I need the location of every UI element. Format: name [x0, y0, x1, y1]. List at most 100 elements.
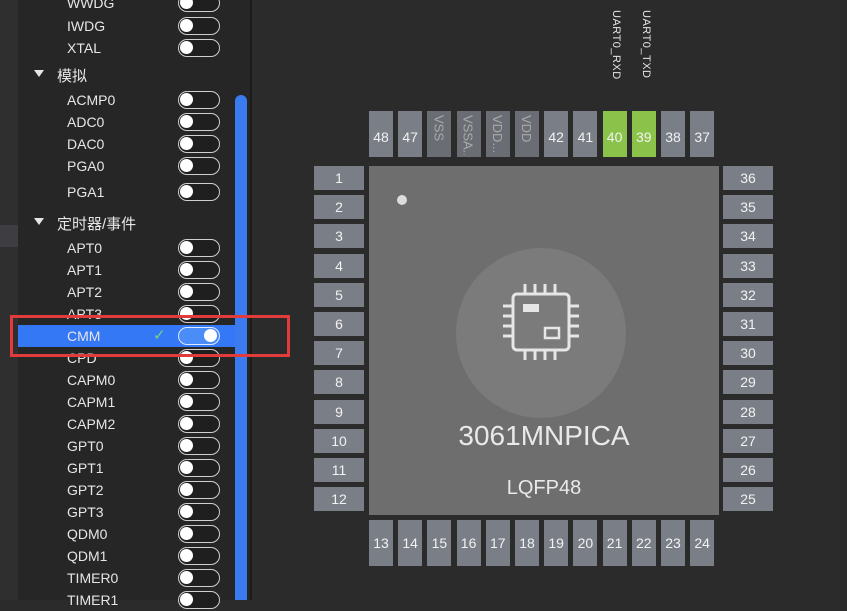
enable-toggle[interactable] [178, 157, 220, 175]
pin-bottom-20[interactable]: 20 [573, 520, 598, 566]
enable-toggle[interactable] [178, 437, 220, 455]
pin-top-39[interactable]: 39 [631, 111, 656, 157]
peripheral-row-apt1[interactable]: APT1 [18, 259, 235, 281]
pin-right-32[interactable]: 32 [723, 282, 773, 307]
pin-bottom-21[interactable]: 21 [602, 520, 627, 566]
pin-right-28[interactable]: 28 [723, 399, 773, 424]
pin-left-9[interactable]: 9 [314, 399, 364, 424]
enable-toggle[interactable] [178, 503, 220, 521]
peripheral-row-acmp0[interactable]: ACMP0 [18, 89, 235, 111]
enable-toggle[interactable] [178, 393, 220, 411]
enable-toggle[interactable] [178, 525, 220, 543]
pin-top-VDD[interactable]: VDD [515, 111, 539, 157]
pin-right-25[interactable]: 25 [723, 487, 773, 512]
pin-bottom-13[interactable]: 13 [369, 520, 393, 566]
peripheral-row-xtal[interactable]: XTAL [18, 37, 235, 59]
pin-bottom-19[interactable]: 19 [544, 520, 569, 566]
pin-left-5[interactable]: 5 [314, 282, 364, 307]
enable-toggle[interactable] [178, 261, 220, 279]
pin-right-26[interactable]: 26 [723, 458, 773, 482]
pin-right-31[interactable]: 31 [723, 312, 773, 336]
pin-left-11[interactable]: 11 [314, 458, 364, 482]
pin-top-VSSA...[interactable]: VSSA... [456, 111, 481, 157]
pin-left-3[interactable]: 3 [314, 224, 364, 249]
pin-left-7[interactable]: 7 [314, 341, 364, 366]
pin-top-VDD...[interactable]: VDD... [485, 111, 510, 157]
pin-top-47[interactable]: 47 [398, 111, 423, 157]
peripheral-row-gpt2[interactable]: GPT2 [18, 479, 235, 501]
pin-top-48[interactable]: 48 [369, 111, 393, 157]
peripheral-row-capm1[interactable]: CAPM1 [18, 391, 235, 413]
pin-top-42[interactable]: 42 [544, 111, 569, 157]
pin-bottom-14[interactable]: 14 [398, 520, 423, 566]
pin-right-27[interactable]: 27 [723, 428, 773, 453]
group-timer[interactable]: 定时器/事件 [18, 211, 235, 235]
pin-label: 17 [490, 535, 506, 551]
enable-toggle[interactable] [178, 591, 220, 609]
enable-toggle[interactable] [178, 415, 220, 433]
peripheral-row-gpt0[interactable]: GPT0 [18, 435, 235, 457]
peripheral-row-apt2[interactable]: APT2 [18, 281, 235, 303]
pin-left-1[interactable]: 1 [314, 166, 364, 190]
peripheral-row-wwdg[interactable]: WWDG [18, 0, 235, 14]
peripheral-row-qdm0[interactable]: QDM0 [18, 523, 235, 545]
enable-toggle[interactable] [178, 547, 220, 565]
pin-left-4[interactable]: 4 [314, 253, 364, 278]
pin-left-8[interactable]: 8 [314, 370, 364, 395]
pin-top-37[interactable]: 37 [690, 111, 715, 157]
enable-toggle[interactable] [178, 283, 220, 301]
pin-left-10[interactable]: 10 [314, 428, 364, 453]
group-analog[interactable]: 模拟 [18, 63, 235, 87]
enable-toggle[interactable] [178, 17, 220, 35]
peripheral-row-pga1[interactable]: PGA1 [18, 181, 235, 203]
peripheral-row-pga0[interactable]: PGA0 [18, 155, 235, 177]
pin-right-35[interactable]: 35 [723, 195, 773, 220]
enable-toggle[interactable] [178, 135, 220, 153]
pin-top-41[interactable]: 41 [573, 111, 598, 157]
pin-right-36[interactable]: 36 [723, 166, 773, 190]
peripheral-row-timer1[interactable]: TIMER1 [18, 589, 235, 611]
pin-bottom-24[interactable]: 24 [690, 520, 715, 566]
pin-right-34[interactable]: 34 [723, 224, 773, 249]
pin-label: VSSA... [460, 115, 476, 155]
peripheral-row-gpt3[interactable]: GPT3 [18, 501, 235, 523]
pin-label: VSS [431, 115, 447, 142]
pin-top-40[interactable]: 40 [602, 111, 627, 157]
peripheral-row-capm0[interactable]: CAPM0 [18, 369, 235, 391]
enable-toggle[interactable] [178, 569, 220, 587]
enable-toggle[interactable] [178, 371, 220, 389]
panel-divider[interactable] [250, 0, 252, 600]
peripheral-row-iwdg[interactable]: IWDG [18, 15, 235, 37]
pin-bottom-17[interactable]: 17 [485, 520, 510, 566]
peripheral-row-apt0[interactable]: APT0 [18, 237, 235, 259]
enable-toggle[interactable] [178, 239, 220, 257]
enable-toggle[interactable] [178, 481, 220, 499]
pin-left-12[interactable]: 12 [314, 487, 364, 512]
enable-toggle[interactable] [178, 183, 220, 201]
pin-right-29[interactable]: 29 [723, 370, 773, 395]
enable-toggle[interactable] [178, 459, 220, 477]
peripheral-row-timer0[interactable]: TIMER0 [18, 567, 235, 589]
pin-label: 42 [548, 129, 564, 145]
pin-bottom-22[interactable]: 22 [631, 520, 656, 566]
pin-right-33[interactable]: 33 [723, 253, 773, 278]
peripheral-row-capm2[interactable]: CAPM2 [18, 413, 235, 435]
pin-top-VSS[interactable]: VSS [427, 111, 452, 157]
pin-bottom-16[interactable]: 16 [456, 520, 481, 566]
pin-right-30[interactable]: 30 [723, 341, 773, 366]
peripheral-row-qdm1[interactable]: QDM1 [18, 545, 235, 567]
enable-toggle[interactable] [178, 39, 220, 57]
peripheral-row-dac0[interactable]: DAC0 [18, 133, 235, 155]
pin-bottom-15[interactable]: 15 [427, 520, 452, 566]
peripheral-label: CAPM1 [67, 394, 116, 410]
enable-toggle[interactable] [178, 113, 220, 131]
peripheral-row-adc0[interactable]: ADC0 [18, 111, 235, 133]
pin-bottom-18[interactable]: 18 [515, 520, 539, 566]
enable-toggle[interactable] [178, 0, 220, 12]
enable-toggle[interactable] [178, 91, 220, 109]
pin-left-6[interactable]: 6 [314, 312, 364, 336]
pin-top-38[interactable]: 38 [661, 111, 685, 157]
pin-left-2[interactable]: 2 [314, 195, 364, 220]
peripheral-row-gpt1[interactable]: GPT1 [18, 457, 235, 479]
pin-bottom-23[interactable]: 23 [661, 520, 685, 566]
